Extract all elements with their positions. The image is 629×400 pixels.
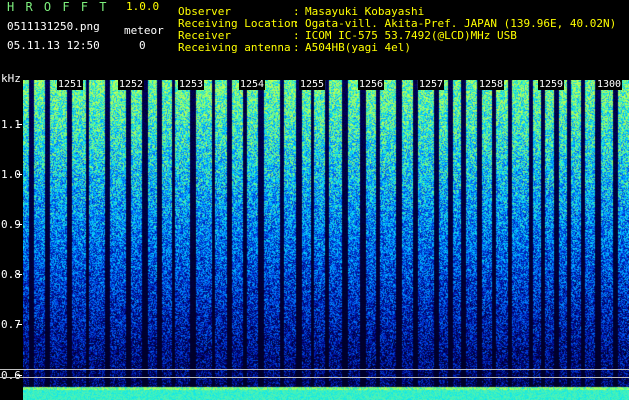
time-tick-label: 1254 bbox=[239, 79, 266, 90]
freq-tick-mark bbox=[17, 124, 22, 125]
time-tick-label: 1253 bbox=[178, 79, 205, 90]
time-tick-label: 1257 bbox=[418, 79, 445, 90]
time-tick-label: 1252 bbox=[118, 79, 145, 90]
time-tick-label: 1255 bbox=[299, 79, 326, 90]
freq-tick-mark bbox=[17, 274, 22, 275]
info-values: Masayuki Kobayashi Ogata-vill. Akita-Pre… bbox=[305, 5, 617, 54]
time-tick-label: 1300 bbox=[596, 79, 623, 90]
freq-tick-mark bbox=[17, 224, 22, 225]
app-title: H R O F F T bbox=[7, 0, 109, 14]
time-tick-label: 1259 bbox=[538, 79, 565, 90]
info-labels: Observer Receiving Location Receiver Rec… bbox=[178, 5, 298, 54]
app-version: 1.0.0 bbox=[126, 0, 160, 13]
file-name: 0511131250.png bbox=[7, 20, 100, 33]
info-colons: : : : : bbox=[293, 5, 300, 54]
meteor-label: meteor bbox=[124, 24, 164, 37]
time-tick-label: 1258 bbox=[478, 79, 505, 90]
freq-tick-mark bbox=[17, 375, 22, 376]
reference-line-upper bbox=[0, 369, 629, 370]
reference-line-lower bbox=[0, 377, 629, 378]
spectrogram bbox=[23, 80, 629, 400]
khz-unit-label: kHz bbox=[1, 72, 21, 85]
meteor-count: 0 bbox=[139, 39, 146, 52]
date-time: 05.11.13 12:50 bbox=[7, 39, 100, 52]
time-tick-label: 1256 bbox=[358, 79, 385, 90]
time-tick-label: 1251 bbox=[57, 79, 84, 90]
freq-tick-mark bbox=[17, 174, 22, 175]
freq-tick-mark bbox=[17, 324, 22, 325]
